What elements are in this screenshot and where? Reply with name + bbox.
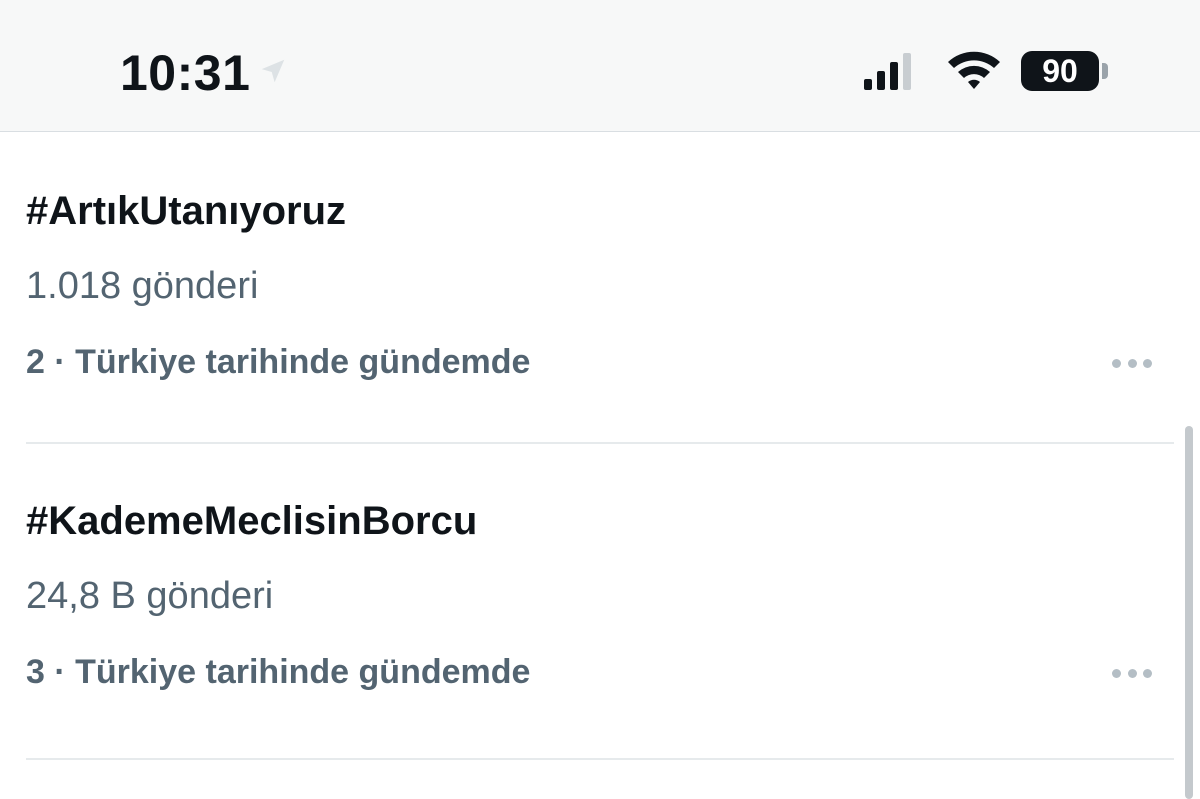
cellular-signal-icon [864, 53, 911, 90]
battery-icon: 90 [1021, 51, 1099, 91]
trend-context: 3 · Türkiye tarihinde gündemde [26, 653, 531, 691]
status-bar: 10:31 90 [0, 0, 1200, 132]
trend-context: 2 · Türkiye tarihinde gündemde [26, 343, 531, 381]
wifi-icon [948, 51, 1000, 89]
trend-hashtag: #KademeMeclisinBorcu [26, 499, 478, 543]
trends-screen: 10:31 90 #ArtıkUtanıyoruz 1.018 gönderi … [0, 0, 1200, 799]
trend-post-count: 1.018 gönderi [26, 265, 259, 307]
trend-post-count: 24,8 B gönderi [26, 575, 274, 617]
trend-item[interactable]: #KademeMeclisinBorcu 24,8 B gönderi 3 · … [0, 443, 1200, 757]
battery-level: 90 [1042, 53, 1078, 89]
status-time: 10:31 [120, 45, 251, 101]
trend-item[interactable]: #ArtıkUtanıyoruz 1.018 gönderi 2 · Türki… [0, 133, 1200, 447]
location-arrow-icon [261, 59, 285, 83]
scrollbar[interactable] [1185, 426, 1193, 799]
divider [26, 758, 1174, 760]
trend-hashtag: #ArtıkUtanıyoruz [26, 189, 347, 233]
more-options-icon[interactable] [1106, 661, 1158, 685]
more-options-icon[interactable] [1106, 351, 1158, 375]
battery-cap [1102, 63, 1108, 79]
